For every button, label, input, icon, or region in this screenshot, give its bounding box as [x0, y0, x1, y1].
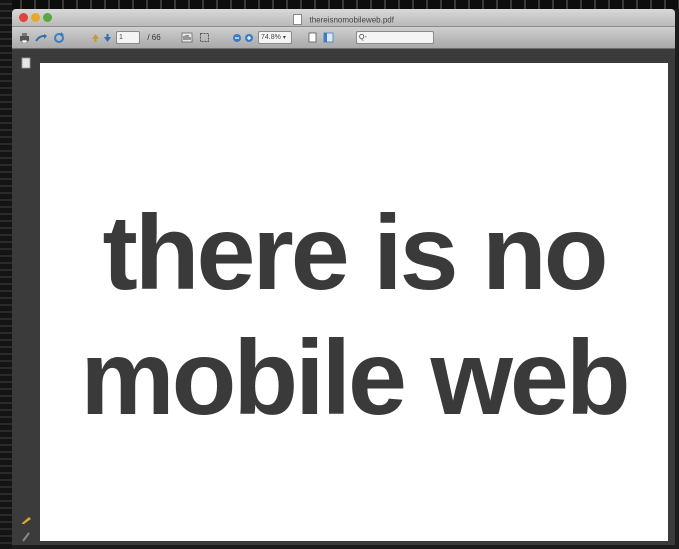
share-button[interactable] [34, 31, 48, 44]
page-total-label: / 66 [147, 33, 161, 42]
print-button[interactable] [18, 31, 30, 44]
arrow-down-icon [103, 33, 111, 42]
search-placeholder: Q- [359, 34, 367, 41]
select-tool-button[interactable] [198, 31, 210, 44]
printer-icon [19, 32, 29, 43]
sidebar-icon [323, 32, 333, 43]
film-border-top [0, 0, 679, 9]
slide-text-line-1: there is no [102, 194, 608, 312]
page-number-field[interactable]: 1 [116, 31, 140, 44]
page-thumbnail-icon[interactable] [21, 57, 31, 69]
arrow-up-icon [91, 33, 99, 42]
toolbar: 1 / 66 74.8% ▾ Q- [12, 27, 675, 49]
pencil-icon[interactable] [21, 515, 31, 527]
refresh-button[interactable] [52, 31, 65, 44]
zoom-in-icon [245, 33, 253, 42]
single-page-icon [308, 32, 316, 43]
window-title: thereisnomobileweb.pdf [309, 15, 394, 25]
selection-icon [199, 33, 209, 42]
pen-icon[interactable] [21, 531, 31, 543]
chevron-down-icon: ▾ [282, 35, 286, 41]
hand-icon [181, 32, 193, 43]
view-mode-button[interactable] [306, 31, 318, 44]
pdf-document-icon [293, 14, 303, 26]
refresh-icon [53, 31, 64, 43]
pan-tool-button[interactable] [180, 31, 194, 44]
zoom-out-icon [233, 33, 241, 42]
document-view[interactable]: there is no mobile web [12, 49, 675, 545]
zoom-out-button[interactable] [232, 31, 242, 44]
next-page-button[interactable] [102, 31, 112, 44]
zoom-level-value: 74.8% [261, 34, 281, 41]
zoom-in-button[interactable] [244, 31, 254, 44]
search-field[interactable]: Q- [356, 31, 434, 44]
film-border-left [0, 0, 12, 549]
sidebar-toggle-button[interactable] [322, 31, 334, 44]
title-bar[interactable]: thereisnomobileweb.pdf [12, 9, 675, 27]
pdf-viewer-window: thereisnomobileweb.pdf 1 / 66 74.8% ▾ Q-… [12, 9, 675, 545]
previous-page-button[interactable] [90, 31, 100, 44]
share-icon [34, 33, 47, 42]
zoom-level-select[interactable]: 74.8% ▾ [258, 31, 292, 44]
slide-text-line-2: mobile web [80, 319, 630, 437]
pdf-page: there is no mobile web [40, 63, 668, 541]
